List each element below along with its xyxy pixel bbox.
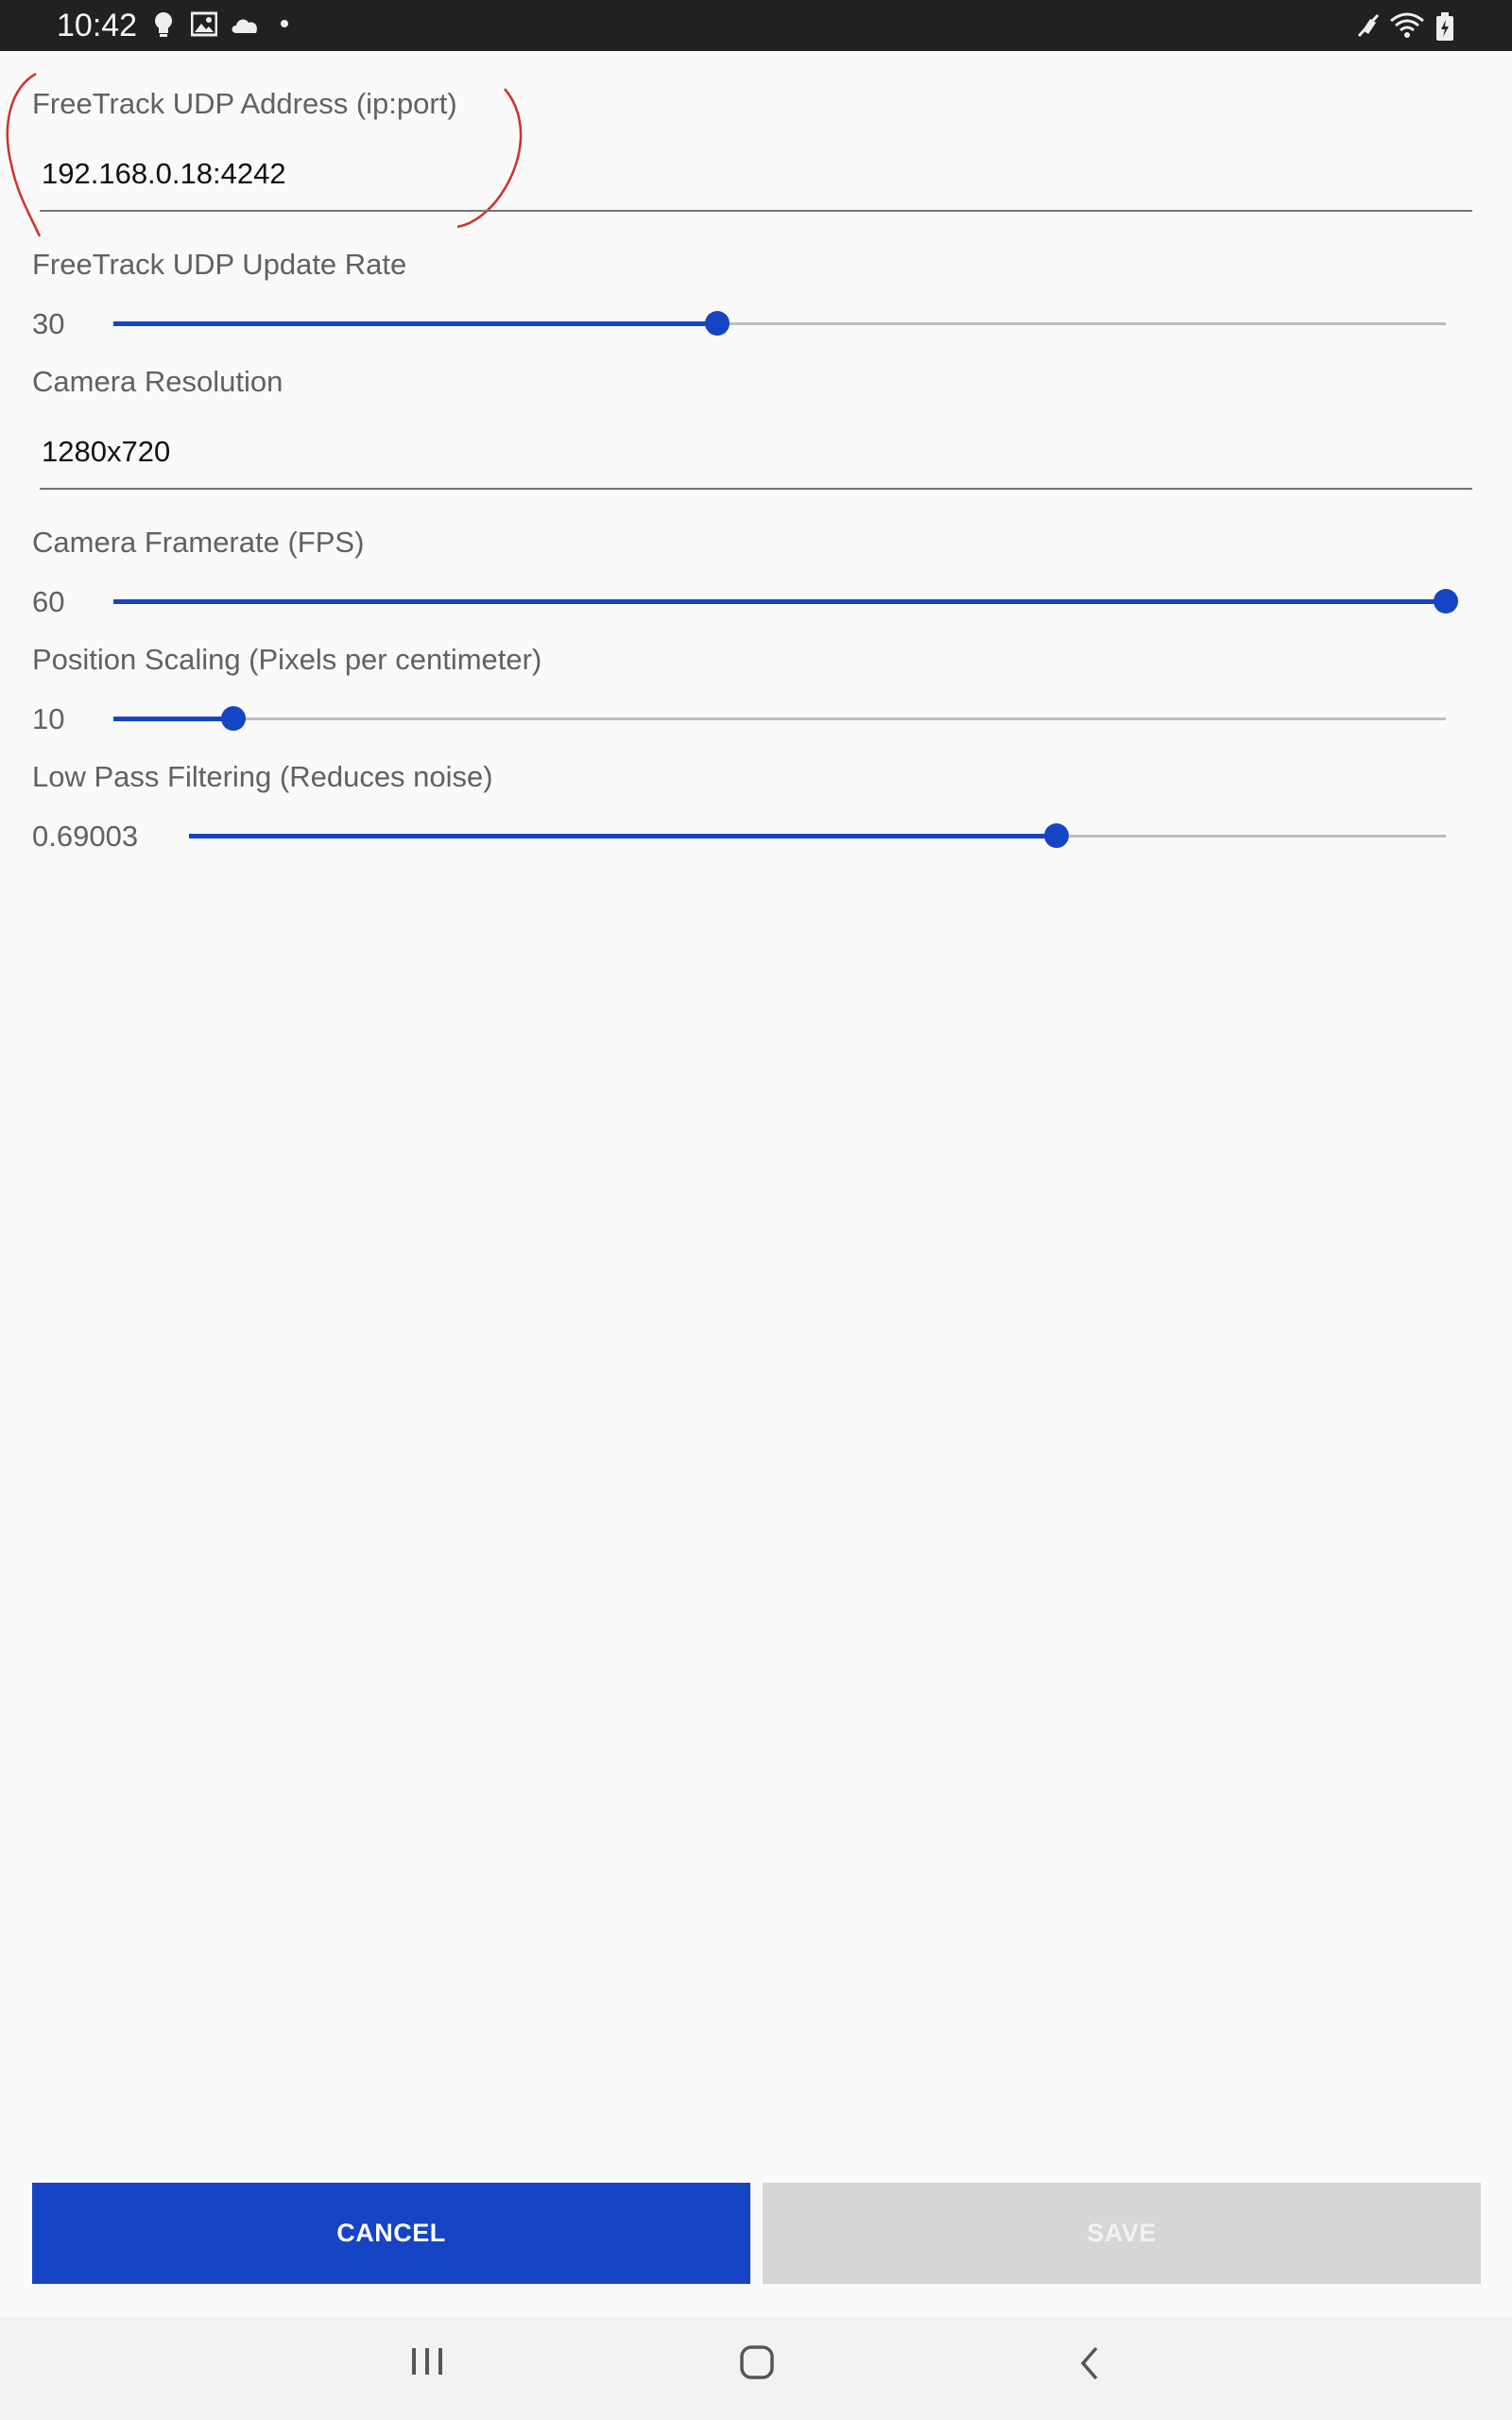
dot-icon (281, 20, 288, 27)
udp-address-value: 192.168.0.18:4242 (42, 157, 286, 190)
position-scaling-value: 10 (32, 702, 65, 735)
low-pass-slider[interactable] (189, 817, 1446, 855)
cloud-icon (232, 19, 257, 33)
slider-thumb[interactable] (704, 311, 730, 336)
wifi-icon (1390, 12, 1424, 38)
camera-framerate-slider[interactable] (113, 582, 1458, 620)
low-pass-label: Low Pass Filtering (Reduces noise) (32, 760, 493, 793)
camera-resolution-value: 1280x720 (42, 435, 171, 468)
slider-fill (113, 717, 233, 721)
status-bar: 10:42 (0, 0, 1512, 51)
slider-fill (113, 321, 717, 326)
back-icon[interactable] (1072, 2342, 1109, 2384)
position-scaling-slider[interactable] (113, 700, 1446, 737)
navigation-bar (0, 2318, 1512, 2420)
camera-resolution-label: Camera Resolution (32, 365, 284, 398)
slider-thumb[interactable] (1043, 823, 1069, 848)
battery-icon (1436, 12, 1453, 41)
slider-fill (113, 599, 1446, 604)
camera-framerate-label: Camera Framerate (FPS) (32, 526, 365, 559)
udp-rate-value: 30 (32, 307, 65, 340)
image-icon (191, 11, 217, 37)
low-pass-value: 0.69003 (32, 820, 139, 853)
udp-address-label: FreeTrack UDP Address (ip:port) (32, 87, 457, 120)
home-icon[interactable] (737, 2342, 779, 2384)
status-time: 10:42 (57, 8, 138, 43)
slider-track (113, 717, 1446, 720)
cancel-button[interactable]: CANCEL (32, 2183, 750, 2284)
udp-address-field[interactable]: 192.168.0.18:4242 (40, 144, 1472, 212)
mute-icon (1357, 13, 1380, 38)
udp-rate-slider[interactable] (113, 304, 1446, 342)
slider-thumb[interactable] (220, 706, 246, 731)
slider-thumb[interactable] (1434, 589, 1458, 614)
bulb-icon (155, 12, 172, 37)
slider-fill (189, 834, 1057, 838)
camera-framerate-value: 60 (32, 585, 65, 618)
udp-rate-label: FreeTrack UDP Update Rate (32, 248, 407, 281)
recent-apps-icon[interactable] (408, 2342, 446, 2380)
camera-resolution-field[interactable]: 1280x720 (40, 422, 1472, 490)
position-scaling-label: Position Scaling (Pixels per centimeter) (32, 643, 542, 676)
save-button[interactable]: SAVE (763, 2183, 1481, 2284)
